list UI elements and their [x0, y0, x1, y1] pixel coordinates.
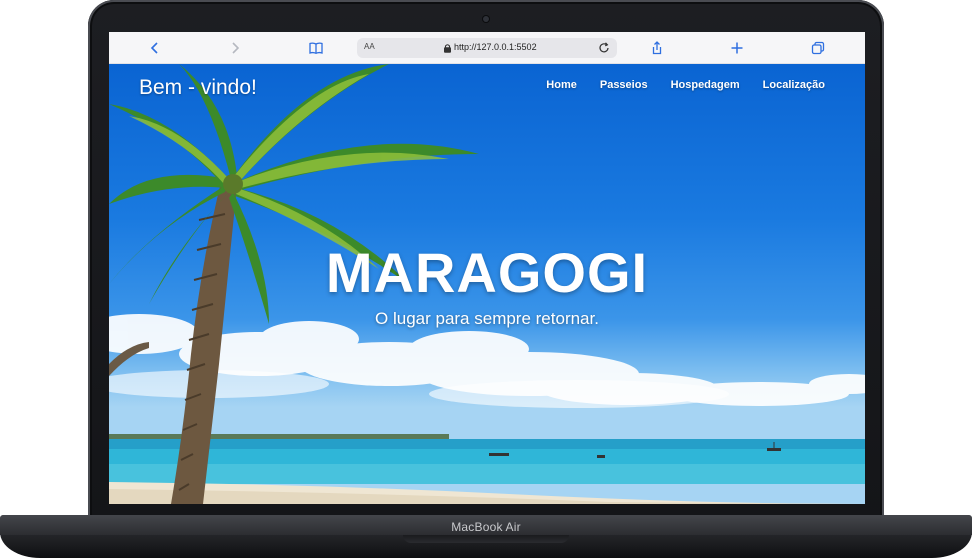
text-size-button[interactable]: AA: [364, 42, 375, 51]
laptop-notch: [403, 535, 569, 543]
site-brand[interactable]: Bem - vindo!: [139, 76, 257, 100]
address-bar[interactable]: AA http://127.0.0.1:5502: [357, 38, 617, 58]
hero-title: MARAGOGI: [325, 241, 649, 304]
browser-toolbar: AA http://127.0.0.1:5502: [109, 32, 865, 64]
web-page: Bem - vindo! Home Passeios Hospedagem Lo…: [109, 64, 865, 504]
nav-link-hospedagem[interactable]: Hospedagem: [671, 79, 740, 91]
nav-link-passeios[interactable]: Passeios: [600, 79, 648, 91]
url-text: http://127.0.0.1:5502: [454, 42, 537, 52]
share-icon[interactable]: [649, 40, 665, 56]
laptop-screen: AA http://127.0.0.1:5502 Bem - vindo! Ho…: [109, 32, 865, 504]
camera: [483, 16, 489, 22]
device-label: MacBook Air: [451, 520, 521, 534]
plus-icon[interactable]: [729, 40, 745, 56]
chevron-left-icon[interactable]: [147, 40, 163, 56]
lock-icon: [444, 44, 451, 53]
reload-icon[interactable]: [597, 41, 611, 55]
tabs-icon[interactable]: [810, 40, 826, 56]
book-icon[interactable]: [308, 40, 324, 56]
hero-subtitle: O lugar para sempre retornar.: [375, 309, 599, 328]
chevron-right-icon[interactable]: [227, 40, 243, 56]
main-nav: Home Passeios Hospedagem Localização: [546, 79, 825, 91]
nav-link-home[interactable]: Home: [546, 79, 577, 91]
nav-link-localizacao[interactable]: Localização: [763, 79, 825, 91]
